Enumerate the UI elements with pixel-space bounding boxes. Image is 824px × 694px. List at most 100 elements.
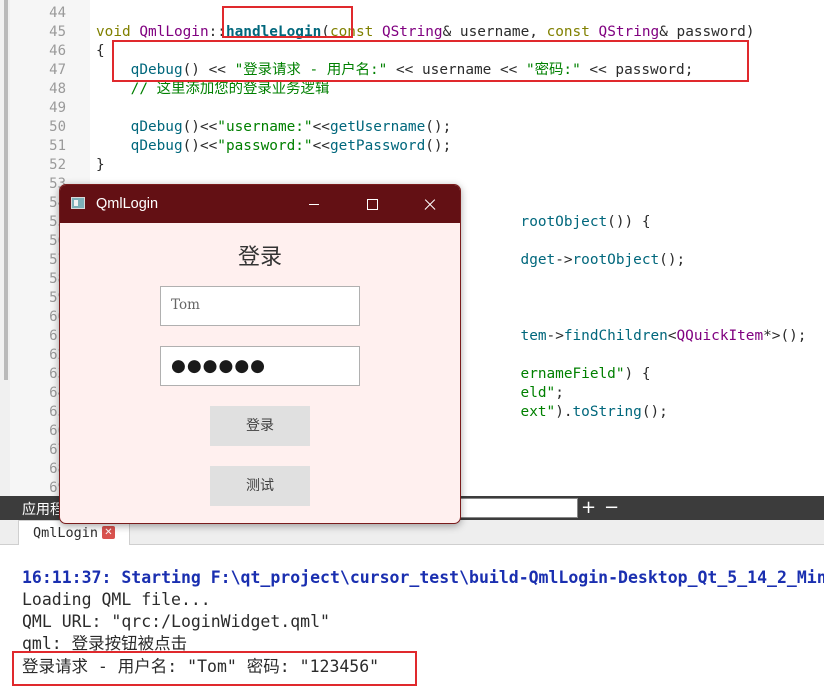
line-number: 66 — [49, 423, 66, 439]
code-token: eld" — [520, 385, 556, 401]
output-line: Loading QML file... — [22, 590, 211, 609]
app-icon — [71, 197, 85, 209]
code-token: QQuickItem — [676, 328, 764, 344]
code-token: < — [667, 328, 677, 344]
line-number: 63 — [49, 366, 66, 382]
code-token: tem — [520, 328, 547, 344]
code-token: qDebug — [130, 119, 183, 135]
password-field[interactable]: ●●●●●● — [160, 346, 360, 386]
line-number: 55 — [49, 214, 66, 230]
code-token: rootObject — [572, 252, 660, 268]
code-line: // 这里添加您的登录业务逻辑 — [96, 80, 330, 99]
window-titlebar[interactable]: QmlLogin — [60, 185, 460, 223]
code-token: toString — [572, 404, 642, 420]
editor-scrollbar[interactable] — [4, 0, 8, 380]
highlight-qdebug-line — [112, 40, 749, 82]
code-token: qDebug — [130, 138, 183, 154]
line-number: 44 — [49, 5, 66, 21]
code-token: getUsername — [329, 119, 426, 135]
code-token: & username, — [442, 24, 547, 40]
login-button[interactable]: 登录 — [210, 406, 310, 446]
code-token: ) { — [624, 366, 651, 382]
line-number: 48 — [49, 81, 66, 97]
code-token: ()<< — [182, 138, 218, 154]
code-token: << — [312, 119, 330, 135]
login-heading: 登录 — [237, 245, 282, 270]
code-line: { — [96, 42, 105, 61]
line-number: 47 — [49, 62, 66, 78]
code-token: QString — [381, 24, 443, 40]
code-token: { — [96, 43, 105, 59]
line-number: 51 — [49, 138, 66, 154]
line-number: 67 — [49, 442, 66, 458]
line-number: 57 — [49, 252, 66, 268]
highlight-login-output — [12, 651, 417, 686]
username-value: Tom — [171, 297, 200, 313]
application-output-title: 应用程 — [22, 501, 64, 517]
tab-label: QmlLogin — [33, 525, 99, 541]
line-number: 49 — [49, 100, 66, 116]
code-token: (); — [425, 138, 452, 154]
minimize-icon[interactable] — [285, 185, 343, 223]
line-number: 65 — [49, 404, 66, 420]
code-token: *>(); — [763, 328, 807, 344]
qmllogin-window: QmlLogin 登录 Tom ●●●●●● 登录 测试 — [59, 184, 461, 524]
code-token: getPassword — [329, 138, 426, 154]
code-token: QmlLogin — [139, 24, 209, 40]
code-token: -> — [555, 252, 573, 268]
line-number: 54 — [49, 195, 66, 211]
line-number: 59 — [49, 290, 66, 306]
output-line: QML URL: "qrc:/LoginWidget.qml" — [22, 612, 330, 631]
code-token: "username:" — [217, 119, 313, 135]
code-line: } — [96, 156, 105, 175]
line-number: 45 — [49, 24, 66, 40]
maximize-icon[interactable] — [343, 185, 401, 223]
line-number: 64 — [49, 385, 66, 401]
tab-close-icon[interactable]: ✕ — [102, 526, 115, 539]
code-token: & password) — [659, 24, 755, 40]
code-line: qDebug()<<"username:"<<getUsername(); — [96, 118, 452, 137]
code-token: ext" — [520, 404, 556, 420]
line-number: 53 — [49, 176, 66, 192]
code-token: const — [546, 24, 599, 40]
line-number: 50 — [49, 119, 66, 135]
highlight-handle-login — [222, 6, 353, 38]
code-token: } — [96, 157, 105, 173]
code-token: dget — [520, 252, 556, 268]
code-token: // 这里添加您的登录业务逻辑 — [130, 81, 330, 97]
code-token: findChildren — [563, 328, 668, 344]
close-icon[interactable] — [401, 185, 459, 223]
code-token: void — [96, 24, 140, 40]
line-number: 61 — [49, 328, 66, 344]
zoom-in-button[interactable]: + — [581, 496, 596, 520]
password-mask: ●●●●●● — [171, 356, 267, 376]
line-number: 46 — [49, 43, 66, 59]
username-field[interactable]: Tom — [160, 286, 360, 326]
code-token: ()) { — [607, 214, 651, 230]
code-token: ; — [555, 385, 564, 401]
code-token: (); — [659, 252, 686, 268]
line-number: 68 — [49, 461, 66, 477]
code-token: ()<< — [182, 119, 218, 135]
code-token: rootObject — [520, 214, 608, 230]
code-token: ernameField" — [520, 366, 625, 382]
code-token: -> — [546, 328, 564, 344]
window-title: QmlLogin — [96, 196, 159, 212]
zoom-out-button[interactable]: − — [604, 496, 619, 520]
code-token: (); — [641, 404, 668, 420]
test-button[interactable]: 测试 — [210, 466, 310, 506]
line-number: 52 — [49, 157, 66, 173]
line-number: 60 — [49, 309, 66, 325]
code-token: QString — [598, 24, 660, 40]
line-number: 58 — [49, 271, 66, 287]
code-line: qDebug()<<"password:"<<getPassword(); — [96, 137, 452, 156]
output-line: 16:11:37: Starting F:\qt_project\cursor_… — [22, 568, 824, 587]
code-token: ). — [555, 404, 573, 420]
line-number: 56 — [49, 233, 66, 249]
code-token: "password:" — [217, 138, 313, 154]
code-token: (); — [425, 119, 452, 135]
line-number: 62 — [49, 347, 66, 363]
